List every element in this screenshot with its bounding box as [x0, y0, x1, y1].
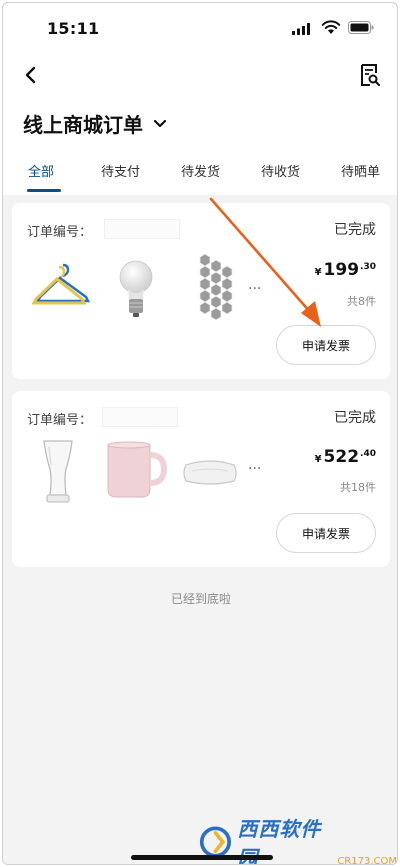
order-type-dropdown[interactable]: 线上商城订单 [23, 106, 169, 140]
price-decimal: .30 [360, 262, 376, 272]
light-bulb-icon [119, 260, 153, 317]
more-items-ellipsis: ... [248, 457, 262, 473]
tab-pending-receipt[interactable]: 待收货 [261, 161, 300, 180]
order-number-label: 订单编号： [27, 413, 93, 428]
order-card[interactable]: 订单编号： 已完成 ... ¥ 522 .40 共18件 申请发票 [12, 391, 390, 567]
back-arrow-icon[interactable] [17, 61, 45, 89]
tab-pending-payment[interactable]: 待支付 [101, 161, 140, 180]
apply-invoice-button[interactable]: 申请发票 [276, 513, 376, 553]
tab-pending-review[interactable]: 待晒单 [341, 161, 380, 180]
order-number-redacted [102, 407, 178, 427]
app-screen: 15:11 线上商城订单 全部 待支付 待发货 待收货 待晒单 订单编号： 已完… [2, 2, 398, 865]
price-decimal: .40 [360, 449, 376, 459]
order-number-label: 订单编号： [27, 225, 93, 240]
status-bar: 15:11 [3, 3, 397, 51]
chevron-down-icon [153, 119, 167, 128]
tab-all[interactable]: 全部 [28, 161, 54, 180]
order-price: ¥ 522 .40 [315, 447, 376, 467]
clothes-hanger-icon [31, 263, 91, 305]
active-tab-indicator [27, 189, 61, 192]
watermark-site: CR173.COM [337, 856, 397, 865]
price-currency: ¥ [314, 454, 322, 465]
order-card[interactable]: 订单编号： 已完成 ... ¥ 199 .30 共8件 申请发票 [12, 203, 390, 379]
home-indicator[interactable] [131, 855, 273, 860]
item-count: 共18件 [340, 481, 376, 494]
item-count: 共8件 [347, 295, 376, 308]
tab-pending-shipment[interactable]: 待发货 [181, 161, 220, 180]
beer-glass-icon [43, 440, 73, 503]
battery-icon [348, 21, 374, 34]
order-list: 订单编号： 已完成 ... ¥ 199 .30 共8件 申请发票 订单编号： 已… [3, 195, 397, 864]
page-title: 线上商城订单 [23, 112, 143, 137]
order-number-redacted [104, 219, 180, 239]
cellular-signal-icon [292, 23, 310, 35]
end-of-list-text: 已经到底啦 [170, 592, 231, 606]
pillow-icon [183, 460, 237, 485]
order-status: 已完成 [334, 410, 376, 426]
order-status: 已完成 [334, 222, 376, 238]
price-integer: 522 [323, 447, 360, 467]
search-document-icon[interactable] [355, 61, 383, 89]
mug-icon [107, 441, 168, 498]
annotation-arrow-icon [209, 197, 321, 327]
wifi-icon [321, 20, 341, 34]
order-tabs: 全部 待支付 待发货 待收货 待晒单 [3, 153, 397, 193]
status-time: 15:11 [47, 19, 100, 38]
